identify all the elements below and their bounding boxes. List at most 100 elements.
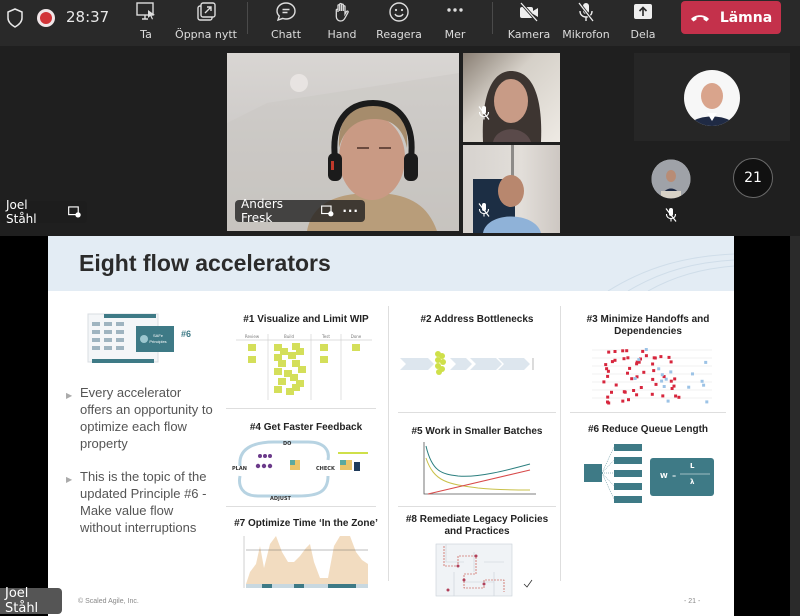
share-button[interactable]: Dela — [630, 0, 656, 44]
meeting-timer: 28:37 — [66, 8, 110, 26]
raise-hand-button[interactable]: Hand — [328, 0, 356, 44]
dependency-marker-blue — [705, 400, 709, 404]
more-button[interactable]: Mer — [444, 0, 466, 44]
dependency-marker-red — [626, 371, 629, 375]
mic-off-icon — [577, 2, 595, 22]
hang-up-icon — [690, 14, 709, 21]
camera-off-icon — [519, 2, 539, 22]
dependency-marker-red — [606, 400, 609, 404]
dependency-marker-red — [669, 360, 673, 364]
bullet-marker-icon: ▶ — [66, 475, 73, 484]
slide-header: Eight flow accelerators — [48, 236, 734, 291]
dependency-marker-red — [652, 356, 656, 360]
formula-w: W — [660, 472, 668, 480]
chat-button[interactable]: Chatt — [271, 0, 301, 44]
dependency-marker-blue — [660, 373, 664, 377]
grid-divider — [388, 306, 389, 581]
chat-icon — [276, 2, 296, 22]
cycle-step-plan: PLAN — [232, 466, 247, 472]
participant-video — [473, 145, 541, 233]
grid-divider — [226, 408, 376, 409]
slide-bullets: ▶ Every accelerator offers an opportunity… — [66, 384, 216, 552]
accelerator-7: #7 Optimize Time ‘In the Zone’ — [226, 518, 386, 588]
video-tile-anders-fresk[interactable]: Anders Fresk ··· — [227, 53, 459, 231]
accelerator-5: #5 Work in Smaller Batches — [398, 426, 556, 495]
pdca-cycle-illustration: DO CHECK ADJUST PLAN — [232, 440, 368, 502]
grid-divider — [560, 306, 561, 581]
dependency-marker-red — [602, 380, 606, 384]
dependency-marker-red — [661, 394, 665, 398]
video-tile-participant-3[interactable] — [463, 145, 560, 233]
shield-icon[interactable] — [6, 8, 24, 28]
dependency-marker-blue — [657, 367, 661, 371]
dependency-marker-red — [635, 393, 639, 397]
dependency-marker-red — [623, 390, 627, 394]
dependency-marker-blue — [660, 379, 664, 383]
pop-out-icon — [197, 2, 216, 21]
dependency-marker-red — [606, 374, 610, 378]
speaker-name-tag: Anders Fresk ··· — [235, 197, 365, 225]
microphone-button[interactable]: Mikrofon — [562, 0, 610, 44]
formula-lambda: λ — [690, 478, 695, 486]
cycle-step-check: CHECK — [316, 466, 336, 472]
raise-hand-icon — [335, 2, 349, 22]
slide-copyright: © Scaled Agile, Inc. — [78, 598, 139, 605]
take-control-button[interactable]: Ta — [135, 0, 157, 44]
bullet-marker-icon: ▶ — [66, 391, 73, 400]
queue-length-illustration: W = L λ — [584, 444, 714, 503]
dependency-marker-red — [652, 369, 656, 373]
grid-divider — [398, 506, 556, 507]
dependency-marker-red — [651, 377, 655, 381]
presenter-name-tag: Joel Ståhl — [0, 198, 87, 226]
participant-avatar-small[interactable] — [651, 159, 691, 199]
overflow-participants-button[interactable]: 21 — [733, 158, 773, 198]
dependency-marker-red — [613, 350, 617, 353]
kanban-column-label: Build — [284, 334, 295, 339]
safe-principles-thumbnail: SAFe Principles — [87, 313, 174, 363]
principle-badge: #6 — [181, 329, 192, 339]
bottleneck-illustration — [400, 351, 534, 375]
video-tile-participant-2[interactable] — [463, 53, 560, 142]
window-edge — [790, 236, 800, 616]
more-options-icon[interactable]: ··· — [342, 204, 359, 218]
batch-size-chart-illustration — [423, 442, 536, 495]
dependency-marker-red — [604, 363, 608, 367]
presentation-slide: Eight flow accelerators SAFe Principles … — [48, 236, 734, 616]
accelerator-6: #6 Reduce Queue Length W = L λ — [570, 424, 726, 503]
dependency-marker-red — [632, 389, 636, 392]
dependency-marker-red — [673, 377, 677, 381]
dependency-marker-blue — [637, 358, 641, 362]
dependency-marker-blue — [633, 377, 637, 380]
dependency-marker-red — [622, 357, 626, 361]
dependency-marker-red — [610, 360, 614, 364]
grid-divider — [398, 412, 556, 413]
dependency-marker-red — [637, 360, 641, 364]
dependency-marker-blue — [700, 379, 704, 383]
camera-button[interactable]: Kamera — [508, 0, 550, 44]
dependency-marker-red — [669, 379, 673, 383]
dependency-matrix-illustration — [592, 348, 712, 405]
dependency-marker-blue — [687, 385, 691, 389]
dependency-marker-red — [667, 355, 671, 359]
dependency-marker-blue — [669, 370, 673, 374]
pop-out-button[interactable]: Öppna nytt — [175, 0, 237, 44]
dependency-marker-blue — [662, 385, 666, 388]
dependency-marker-red — [621, 349, 625, 353]
bullet-item: ▶ This is the topic of the updated Princi… — [66, 469, 207, 535]
react-button[interactable]: Reagera — [376, 0, 422, 44]
dependency-marker-red — [626, 356, 630, 360]
kanban-column-label: Done — [351, 334, 362, 339]
dependency-marker-red — [605, 367, 609, 371]
principle-card-label-1: SAFe — [153, 333, 164, 338]
dependency-marker-red — [677, 395, 681, 399]
maze-illustration — [435, 543, 533, 597]
leave-meeting-button[interactable]: Lämna — [681, 1, 781, 34]
dependency-marker-red — [628, 366, 632, 370]
accelerator-8: #8 Remediate Legacy Policies and Practic… — [398, 514, 556, 597]
audio-tile-participant-4[interactable] — [634, 53, 790, 141]
dependency-marker-red — [614, 383, 618, 387]
grid-divider — [226, 506, 376, 507]
dependency-marker-red — [642, 370, 646, 374]
slide-title: Eight flow accelerators — [79, 250, 331, 276]
kanban-board-illustration: Review Build Test Done — [236, 334, 372, 400]
